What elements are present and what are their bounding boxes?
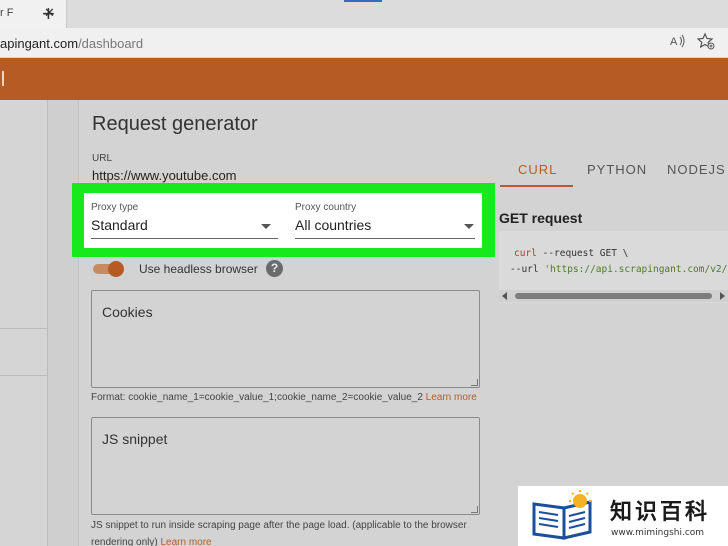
svg-text:A: A xyxy=(670,36,678,48)
get-request-heading: GET request xyxy=(499,210,583,226)
address-bar[interactable]: apingant.com/dashboard A xyxy=(0,28,728,58)
address-url[interactable]: apingant.com/dashboard xyxy=(0,36,143,51)
js-snippet-help-text: rendering only) xyxy=(91,537,161,546)
menu-icon[interactable] xyxy=(2,71,4,86)
proxy-country-label: Proxy country xyxy=(295,202,357,213)
watermark-name: 知识百科 xyxy=(610,500,711,525)
code-args: --request GET \ xyxy=(536,248,629,259)
cookies-help: Format: cookie_name_1=cookie_value_1;coo… xyxy=(91,392,477,403)
watermark-logo: 知识百科 www.mimingshi.com xyxy=(518,486,728,546)
sidebar xyxy=(0,100,48,546)
favorites-star-icon[interactable] xyxy=(696,32,715,55)
page-title: Request generator xyxy=(92,113,258,135)
js-snippet-help: JS snippet to run inside scraping page a… xyxy=(91,520,467,531)
js-snippet-help-2: rendering only) Learn more xyxy=(91,537,212,546)
help-icon[interactable]: ? xyxy=(266,260,283,277)
code-line-1: curl --request GET \ xyxy=(514,248,628,259)
chevron-down-icon xyxy=(464,224,474,229)
js-snippet-textarea[interactable]: JS snippet xyxy=(91,417,480,515)
tab-curl[interactable]: CURL xyxy=(518,162,557,177)
active-tab-underline xyxy=(500,185,573,187)
app-header xyxy=(0,58,728,100)
resize-handle-icon[interactable] xyxy=(471,506,478,513)
scrollbar-thumb[interactable] xyxy=(515,293,712,299)
address-path: /dashboard xyxy=(78,36,144,51)
url-value[interactable]: https://www.youtube.com xyxy=(92,168,237,183)
browser-tab[interactable]: r F ✕ xyxy=(0,0,67,28)
toggle-knob[interactable] xyxy=(108,261,124,277)
code-scrollbar[interactable] xyxy=(499,290,728,302)
headless-label: Use headless browser xyxy=(139,262,258,276)
browser-tab-title: r F xyxy=(0,7,14,19)
scroll-right-icon[interactable] xyxy=(720,292,725,300)
proxy-country-select[interactable]: Proxy country All countries xyxy=(295,193,475,248)
code-command: curl xyxy=(514,248,537,259)
proxy-settings: Proxy type Standard Proxy country All co… xyxy=(84,193,482,248)
resize-handle-icon[interactable] xyxy=(471,379,478,386)
url-label: URL xyxy=(92,153,113,164)
read-aloud-icon[interactable]: A xyxy=(670,34,686,51)
cookies-textarea[interactable]: Cookies xyxy=(91,290,480,388)
cookies-learn-more-link[interactable]: Learn more xyxy=(426,392,477,403)
chevron-down-icon xyxy=(261,224,271,229)
code-line-2: --url 'https://api.scrapingant.com/v2/ge xyxy=(510,264,728,275)
sidebar-divider xyxy=(0,375,48,376)
js-snippet-learn-more-link[interactable]: Learn more xyxy=(160,537,211,546)
address-host: apingant.com xyxy=(0,36,79,51)
tab-python[interactable]: PYTHON xyxy=(587,162,647,177)
proxy-country-value: All countries xyxy=(295,217,372,233)
select-underline xyxy=(91,238,278,239)
active-tab-indicator xyxy=(344,0,382,2)
select-underline xyxy=(295,238,475,239)
proxy-type-select[interactable]: Proxy type Standard xyxy=(91,193,278,248)
cookies-placeholder: Cookies xyxy=(102,304,153,320)
new-tab-icon[interactable]: + xyxy=(42,1,55,27)
cookies-help-text: Format: cookie_name_1=cookie_value_1;coo… xyxy=(91,392,426,403)
proxy-type-value: Standard xyxy=(91,217,148,233)
code-flag: --url xyxy=(510,264,545,275)
tab-nodejs[interactable]: NODEJS xyxy=(667,162,726,177)
book-lightbulb-icon xyxy=(532,490,592,540)
browser-tab-bar: r F ✕ + xyxy=(0,0,728,28)
code-url: 'https://api.scrapingant.com/v2/ge xyxy=(544,264,728,275)
js-snippet-placeholder: JS snippet xyxy=(102,431,168,447)
proxy-type-label: Proxy type xyxy=(91,202,139,213)
watermark-url: www.mimingshi.com xyxy=(611,528,705,538)
sidebar-divider xyxy=(0,328,48,329)
scroll-left-icon[interactable] xyxy=(502,292,507,300)
